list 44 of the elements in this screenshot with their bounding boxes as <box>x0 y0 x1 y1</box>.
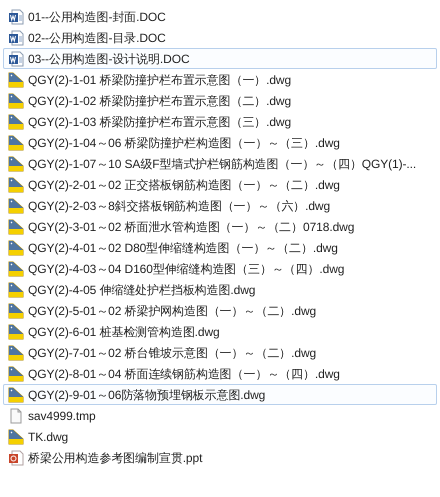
file-item[interactable]: QGY(2)-1-02 桥梁防撞护栏布置示意图（二）.dwg <box>3 90 437 111</box>
drawing-file-icon <box>8 240 24 256</box>
blank-file-icon <box>8 408 24 424</box>
drawing-file-icon <box>8 114 24 130</box>
file-item[interactable]: 03--公用构造图-设计说明.DOC <box>3 48 437 69</box>
drawing-file-icon <box>8 218 24 234</box>
drawing-file-icon <box>8 156 24 172</box>
drawing-file-icon <box>8 344 24 360</box>
file-item[interactable]: QGY(2)-7-01～02 桥台锥坡示意图（一）～（二）.dwg <box>3 342 437 363</box>
drawing-file-icon <box>8 428 24 444</box>
file-item[interactable]: QGY(2)-1-04～06 桥梁防撞护栏构造图（一）～（三）.dwg <box>3 132 437 153</box>
file-item[interactable]: TK.dwg <box>3 426 437 447</box>
drawing-file-icon <box>8 302 24 318</box>
drawing-file-icon <box>8 260 24 276</box>
file-item[interactable]: QGY(2)-4-01～02 D80型伸缩缝构造图（一）～（二）.dwg <box>3 237 437 258</box>
file-item[interactable]: 01--公用构造图-封面.DOC <box>3 6 437 27</box>
file-item[interactable]: QGY(2)-1-07～10 SA级F型墙式护栏钢筋构造图（一）～（四）QGY(1)-... <box>3 153 437 174</box>
file-item[interactable]: 桥梁公用构造参考图编制宣贯.ppt <box>3 447 437 468</box>
file-item[interactable]: QGY(2)-5-01～02 桥梁护网构造图（一）～（二）.dwg <box>3 300 437 321</box>
file-item[interactable]: QGY(2)-4-03～04 D160型伸缩缝构造图（三）～（四）.dwg <box>3 258 437 279</box>
drawing-file-icon <box>8 324 24 340</box>
file-item[interactable]: QGY(2)-9-01～06防落物预埋钢板示意图.dwg <box>3 384 437 405</box>
drawing-file-icon <box>8 92 24 108</box>
file-item[interactable]: QGY(2)-6-01 桩基检测管构造图.dwg <box>3 321 437 342</box>
drawing-file-icon <box>8 198 24 214</box>
presentation-file-icon <box>8 450 24 466</box>
file-item[interactable]: 02--公用构造图-目录.DOC <box>3 27 437 48</box>
file-item[interactable]: QGY(2)-2-01～02 正交搭板钢筋构造图（一）～（二）.dwg <box>3 174 437 195</box>
file-item[interactable]: QGY(2)-1-01 桥梁防撞护栏布置示意图（一）.dwg <box>3 69 437 90</box>
word-document-icon <box>8 50 24 66</box>
drawing-file-icon <box>8 176 24 192</box>
file-item[interactable]: QGY(2)-1-03 桥梁防撞护栏布置示意图（三）.dwg <box>3 111 437 132</box>
drawing-file-icon <box>8 366 24 382</box>
file-item[interactable]: QGY(2)-4-05 伸缩缝处护栏挡板构造图.dwg <box>3 279 437 300</box>
file-item[interactable]: QGY(2)-2-03～8斜交搭板钢筋构造图（一）～（六）.dwg <box>3 195 437 216</box>
word-document-icon <box>8 30 24 46</box>
word-document-icon <box>8 8 24 24</box>
file-item[interactable]: QGY(2)-3-01～02 桥面泄水管构造图（一）～（二）0718.dwg <box>3 216 437 237</box>
file-item[interactable]: sav4999.tmp <box>3 405 437 426</box>
file-item[interactable]: QGY(2)-8-01～04 桥面连续钢筋构造图（一）～（四）.dwg <box>3 363 437 384</box>
drawing-file-icon <box>8 282 24 298</box>
drawing-file-icon <box>8 386 24 402</box>
drawing-file-icon <box>8 72 24 88</box>
drawing-file-icon <box>8 134 24 150</box>
